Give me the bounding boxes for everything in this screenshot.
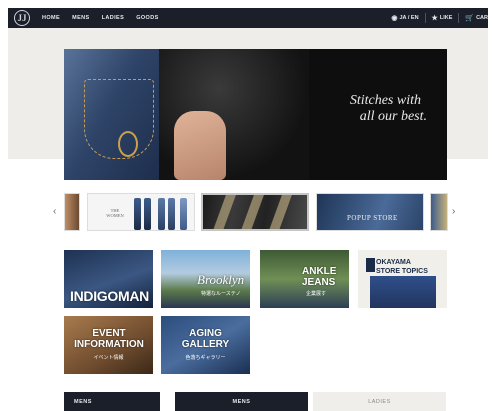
main-nav: HOME MENS LADIES GOODS — [42, 15, 171, 21]
tile-ankle-line-1: ANKLE — [302, 266, 337, 277]
slide-stripe — [212, 195, 236, 229]
slide-jeans-leg — [180, 198, 187, 230]
hero-banner[interactable]: Stitches with all our best. — [64, 49, 447, 180]
hero-line-2: all our best. — [359, 109, 427, 124]
slide-jeans-leg — [158, 198, 165, 230]
tile-store-line-2: STORE TOPICS — [376, 268, 428, 275]
tile-event-line-1: EVENT — [92, 328, 126, 339]
tab-ladies[interactable]: LADIES — [313, 392, 446, 411]
slide-jeans-leg — [134, 198, 141, 230]
slide-stripe — [240, 195, 264, 229]
tab-mens[interactable]: MENS — [175, 392, 308, 411]
brand-logo[interactable]: JJ — [14, 10, 30, 26]
globe-icon: ◉ — [391, 15, 398, 22]
cart-icon: 🛒 — [465, 15, 475, 22]
nav-mens[interactable]: MENS — [72, 15, 90, 21]
tile-brooklyn-label: Brooklyn — [197, 272, 245, 287]
like-link[interactable]: LIKE — [440, 15, 453, 21]
carousel-slide-women[interactable]: THE WOMEN — [87, 193, 195, 231]
slide-stripe — [268, 195, 292, 229]
carousel-slide-selvedge[interactable] — [201, 193, 309, 231]
tile-store-topics[interactable]: OKAYAMA STORE TOPICS — [358, 250, 447, 308]
nav-ladies[interactable]: LADIES — [102, 15, 125, 21]
carousel-next-icon[interactable]: › — [452, 206, 455, 217]
nav-divider — [424, 13, 426, 23]
carousel-prev-icon[interactable]: ‹ — [53, 206, 56, 217]
carousel-slide-popup-store[interactable]: POPUP STORE — [316, 193, 424, 231]
tile-brooklyn-sub: 特選なルーステノ — [201, 291, 241, 297]
tile-store-label: OKAYAMA STORE TOPICS — [376, 258, 428, 276]
tile-ankle-label: ANKLE JEANS — [302, 266, 336, 288]
carousel-slide-partial-right[interactable] — [430, 193, 448, 231]
tile-event-line-2: INFORMATION — [74, 339, 144, 350]
cart-link[interactable]: CAR — [476, 15, 488, 21]
tile-event-information[interactable]: EVENT INFORMATION イベント情報 — [64, 316, 153, 374]
tile-aging-label: AGING GALLERY — [161, 328, 250, 350]
hero-hand — [174, 111, 226, 180]
star-icon: ★ — [431, 15, 438, 22]
slide-jeans-leg — [168, 198, 175, 230]
tile-aging-gallery[interactable]: AGING GALLERY 色落ちギャラリー — [161, 316, 250, 374]
top-nav-bar: JJ HOME MENS LADIES GOODS ◉ JA / EN ★ LI… — [8, 8, 488, 28]
nav-home[interactable]: HOME — [42, 15, 60, 21]
tile-ankle-line-2: JEANS — [302, 277, 336, 288]
slide-jeans-leg — [144, 198, 151, 230]
hero-line-1: Stitches with — [349, 93, 421, 108]
tile-store-line-1: OKAYAMA — [376, 259, 411, 266]
slide-brand-label: THE WOMEN — [106, 208, 124, 218]
nav-utilities: ◉ JA / EN ★ LIKE 🛒 CAR — [391, 13, 488, 23]
language-switch[interactable]: JA / EN — [399, 15, 418, 21]
tile-ankle-jeans[interactable]: ANKLE JEANS 企業展す — [260, 250, 349, 308]
hero-ring — [118, 131, 138, 157]
nav-divider — [458, 13, 460, 23]
tile-indigoman[interactable]: INDIGOMAN — [64, 250, 153, 308]
tile-event-sub: イベント情報 — [93, 355, 124, 361]
tile-aging-line-1: AGING — [189, 328, 222, 339]
slide-popup-label: POPUP STORE — [347, 214, 398, 222]
tile-aging-sub: 色落ちギャラリー — [185, 355, 226, 361]
tile-aging-line-2: GALLERY — [181, 339, 230, 350]
carousel-slide-partial-left[interactable] — [64, 193, 80, 231]
side-section-header: MENS — [64, 392, 160, 411]
storefront-image — [370, 276, 436, 308]
tile-ankle-sub: 企業展す — [306, 291, 327, 297]
tile-brooklyn[interactable]: Brooklyn 特選なルーステノ — [161, 250, 250, 308]
hero-tagline: Stitches with all our best. — [349, 93, 427, 125]
tile-indigoman-label: INDIGOMAN — [70, 288, 149, 304]
tile-event-label: EVENT INFORMATION — [70, 328, 148, 350]
store-flag-icon — [366, 258, 375, 272]
nav-goods[interactable]: GOODS — [136, 15, 158, 21]
